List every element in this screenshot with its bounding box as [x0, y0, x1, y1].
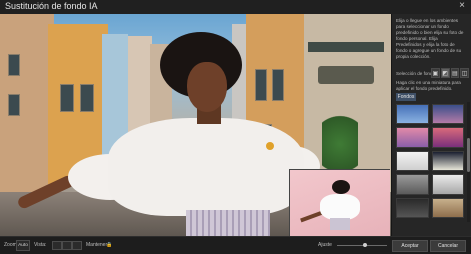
panel-instructions: Haga clic en una miniatura para aplicar …	[396, 80, 461, 91]
tool-button-group: ▣ ◩ ▤ ◫	[431, 68, 469, 78]
thumb-white[interactable]	[396, 150, 429, 172]
thumb-sky-dusk[interactable]	[431, 104, 464, 125]
thumb-warm[interactable]	[431, 197, 464, 218]
compare-label: Mantener	[86, 242, 108, 248]
thumb-dark[interactable]	[396, 197, 429, 218]
view-label: Vista:	[34, 242, 47, 248]
cancel-button[interactable]: Cancelar	[430, 240, 466, 252]
panel-description: Elija o llegue en los ambientes para sel…	[396, 18, 464, 59]
white-blouse	[108, 118, 304, 216]
tool-button-2[interactable]: ◩	[440, 68, 450, 78]
window-shutter	[255, 69, 267, 101]
scroll-thumb[interactable]	[467, 138, 470, 173]
background-thumbnails	[396, 104, 464, 218]
tab-presets[interactable]: Fondos	[396, 93, 416, 101]
preview-skirt	[330, 218, 350, 230]
background-preview	[289, 169, 390, 237]
thumb-sky-blue[interactable]	[396, 104, 429, 125]
window-title: Sustitución de fondo IA	[5, 1, 98, 11]
right-panel: Elija o llegue en los ambientes para sel…	[391, 14, 471, 236]
window-shutter	[60, 84, 74, 112]
thumb-night[interactable]	[431, 150, 464, 172]
shop-sign	[318, 66, 374, 84]
preview-hair	[332, 180, 350, 194]
lock-icon[interactable]: 🔒	[106, 242, 112, 248]
window-shutter	[80, 84, 94, 112]
thumb-sunset-red[interactable]	[431, 127, 464, 148]
thumb-gray-studio[interactable]	[396, 174, 429, 195]
flower	[266, 142, 274, 150]
tool-button-4[interactable]: ◫	[460, 68, 469, 78]
bottom-toolbar: Zoom: Auto Vista: Mantener 🔒 Ajuste Acep…	[0, 236, 471, 254]
window-shutter	[272, 69, 284, 101]
window-shutter	[8, 94, 20, 116]
face	[187, 62, 227, 112]
view-single-icon[interactable]	[52, 241, 62, 250]
window-shutter	[8, 54, 20, 76]
adjust-slider[interactable]	[337, 243, 387, 247]
thumb-light-studio[interactable]	[431, 174, 464, 195]
thumbnail-scrollbar[interactable]	[467, 102, 470, 222]
preview-blouse	[320, 194, 360, 220]
tool-button-1[interactable]: ▣	[431, 68, 440, 78]
adjust-label: Ajuste	[318, 242, 332, 248]
slider-knob[interactable]	[362, 243, 367, 247]
close-icon[interactable]: ×	[459, 0, 465, 11]
title-bar: Sustitución de fondo IA ×	[0, 0, 471, 14]
skirt	[186, 210, 270, 236]
background-selection-label: Selección de fondo	[396, 71, 436, 76]
tool-button-3[interactable]: ▤	[450, 68, 460, 78]
view-split-icon[interactable]	[62, 241, 72, 250]
shop-awning	[308, 42, 384, 52]
zoom-select[interactable]: Auto	[16, 240, 30, 251]
thumb-sunset-pink[interactable]	[396, 127, 429, 148]
view-side-by-side-icon[interactable]	[72, 241, 82, 250]
ok-button[interactable]: Aceptar	[392, 240, 428, 252]
